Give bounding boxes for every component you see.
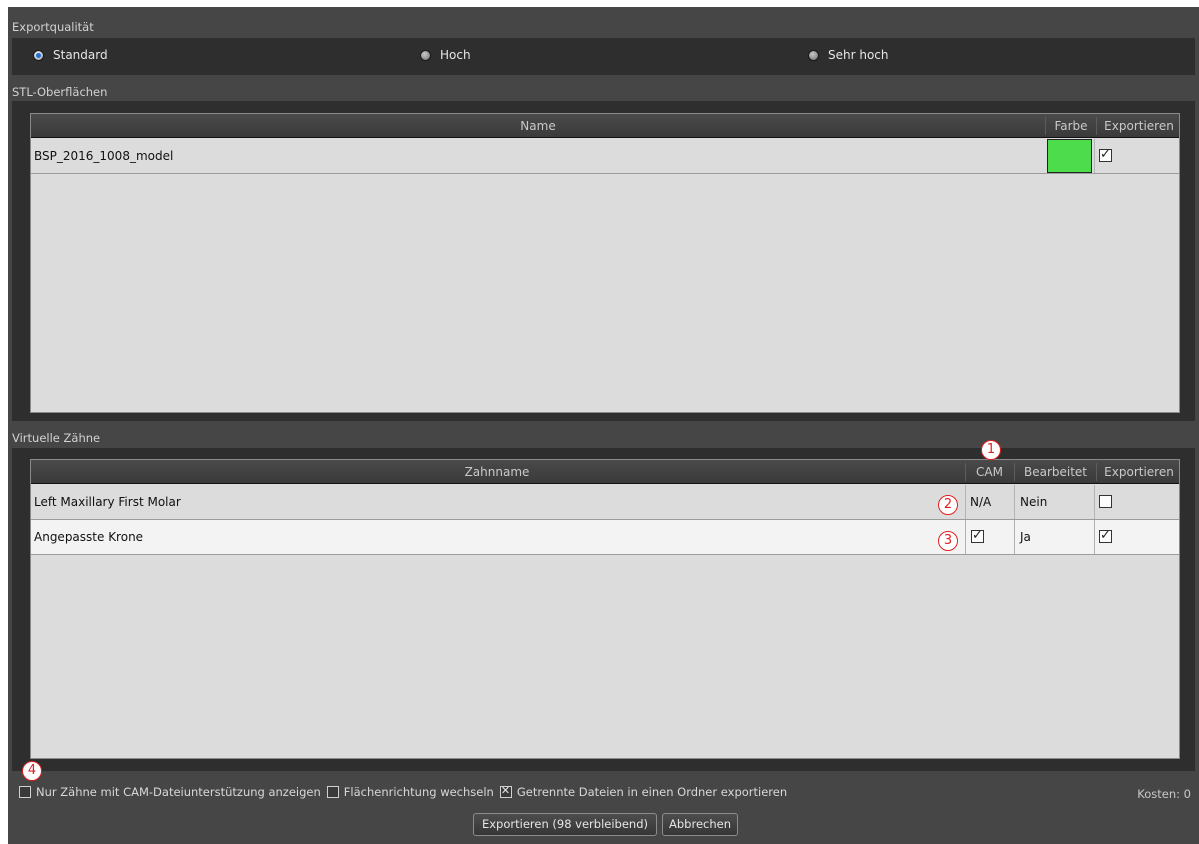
column-header-cam[interactable]: CAM: [966, 460, 1013, 484]
cam-only-checkbox[interactable]: [19, 786, 31, 798]
callout-2: 2: [938, 495, 958, 515]
export-dialog: Exportqualität Standard Hoch Sehr hoch S…: [8, 7, 1199, 844]
tooth-name: Angepasste Krone: [34, 530, 144, 544]
column-header-export[interactable]: Exportieren: [1097, 460, 1181, 484]
edited-value: Nein: [1020, 495, 1048, 509]
table-row[interactable]: Angepasste Krone Ja: [31, 520, 1179, 555]
radio-standard[interactable]: Standard: [33, 48, 108, 62]
column-header-tooth-name[interactable]: Zahnname: [31, 460, 963, 484]
flip-normals-option[interactable]: Flächenrichtung wechseln: [326, 785, 494, 799]
virtual-teeth-group: Zahnname CAM Bearbeitet Exportieren Left…: [12, 448, 1195, 771]
radio-high[interactable]: Hoch: [420, 48, 471, 62]
callout-4: 4: [22, 761, 42, 781]
separate-files-checkbox[interactable]: [499, 784, 512, 798]
separate-files-option[interactable]: Getrennte Dateien in einen Ordner export…: [499, 784, 788, 799]
stl-surfaces-label: STL-Oberflächen: [12, 85, 108, 99]
virtual-teeth-table: Zahnname CAM Bearbeitet Exportieren Left…: [30, 459, 1180, 759]
cam-value: N/A: [970, 495, 992, 509]
radio-high-indicator[interactable]: [420, 49, 431, 61]
cam-checkbox[interactable]: [971, 528, 984, 543]
flip-normals-checkbox[interactable]: [326, 786, 339, 798]
table-row[interactable]: BSP_2016_1008_model: [31, 139, 1179, 174]
virtual-teeth-label: Virtuelle Zähne: [12, 431, 101, 445]
cam-only-option[interactable]: Nur Zähne mit CAM-Dateiunterstützung anz…: [19, 785, 321, 799]
surface-name: BSP_2016_1008_model: [34, 149, 174, 163]
radio-very-high-indicator[interactable]: [808, 49, 819, 61]
export-checkbox[interactable]: [1099, 528, 1112, 543]
column-header-color[interactable]: Farbe: [1046, 114, 1096, 138]
stl-surfaces-table: Name Farbe Exportieren BSP_2016_1008_mod…: [30, 113, 1180, 413]
export-checkbox[interactable]: [1099, 495, 1112, 508]
radio-very-high[interactable]: Sehr hoch: [808, 48, 889, 62]
stl-surfaces-group: Name Farbe Exportieren BSP_2016_1008_mod…: [12, 101, 1195, 421]
teeth-table-header: Zahnname CAM Bearbeitet Exportieren: [31, 460, 1179, 484]
export-checkbox[interactable]: [1099, 147, 1112, 162]
bottom-options: Nur Zähne mit CAM-Dateiunterstützung anz…: [19, 784, 793, 799]
export-quality-label: Exportqualität: [12, 20, 94, 34]
separate-files-label: Getrennte Dateien in einen Ordner export…: [516, 785, 788, 799]
column-header-export[interactable]: Exportieren: [1097, 114, 1181, 138]
edited-value: Ja: [1020, 530, 1031, 544]
column-header-name[interactable]: Name: [31, 114, 1045, 138]
cost-label: Kosten: 0: [1137, 787, 1191, 801]
cam-only-label: Nur Zähne mit CAM-Dateiunterstützung anz…: [36, 785, 321, 799]
flip-normals-label: Flächenrichtung wechseln: [343, 785, 494, 799]
radio-high-label: Hoch: [440, 48, 471, 62]
radio-very-high-label: Sehr hoch: [828, 48, 889, 62]
radio-standard-indicator[interactable]: [33, 49, 44, 61]
table-row[interactable]: Left Maxillary First Molar N/A Nein: [31, 485, 1179, 520]
color-swatch[interactable]: [1047, 139, 1092, 173]
stl-table-header: Name Farbe Exportieren: [31, 114, 1179, 138]
radio-standard-label: Standard: [53, 48, 108, 62]
callout-3: 3: [938, 531, 958, 551]
column-header-edited[interactable]: Bearbeitet: [1015, 460, 1096, 484]
cancel-button[interactable]: Abbrechen: [662, 813, 738, 836]
tooth-name: Left Maxillary First Molar: [34, 495, 181, 509]
export-quality-group: Standard Hoch Sehr hoch: [12, 38, 1195, 75]
callout-1: 1: [981, 440, 1001, 460]
export-button[interactable]: Exportieren (98 verbleibend): [473, 813, 657, 836]
